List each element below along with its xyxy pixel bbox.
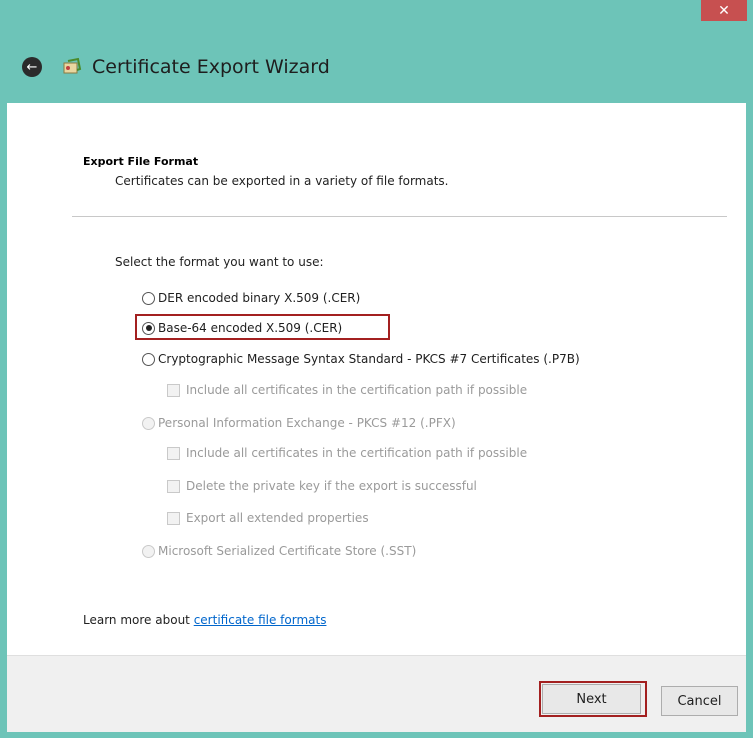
option-der[interactable]: DER encoded binary X.509 (.CER): [142, 291, 360, 305]
certificate-wizard-icon: [63, 57, 82, 74]
option-pfx: Personal Information Exchange - PKCS #12…: [142, 416, 456, 430]
option-base64[interactable]: Base-64 encoded X.509 (.CER): [142, 321, 342, 335]
option-pkcs7[interactable]: Cryptographic Message Syntax Standard - …: [142, 352, 580, 366]
radio-der[interactable]: [142, 291, 155, 305]
window-title: Certificate Export Wizard: [92, 56, 330, 78]
radio-sst: [142, 544, 155, 558]
radio-base64[interactable]: [142, 321, 155, 335]
option-export-extended-label: Export all extended properties: [186, 511, 369, 525]
format-prompt: Select the format you want to use:: [115, 255, 324, 269]
option-export-extended: Export all extended properties: [167, 511, 369, 525]
section-description: Certificates can be exported in a variet…: [115, 174, 449, 188]
option-pkcs7-include-path: Include all certificates in the certific…: [167, 383, 527, 397]
next-button[interactable]: Next: [542, 684, 641, 714]
learn-more: Learn more about certificate file format…: [83, 613, 326, 627]
option-pfx-label: Personal Information Exchange - PKCS #12…: [158, 416, 456, 430]
checkbox-pkcs7-include-path: [167, 383, 180, 397]
divider: [72, 216, 727, 217]
close-icon[interactable]: ✕: [701, 0, 747, 21]
option-pfx-include-path: Include all certificates in the certific…: [167, 446, 527, 460]
option-sst-label: Microsoft Serialized Certificate Store (…: [158, 544, 417, 558]
title-bar: ← Certificate Export Wizard: [22, 50, 330, 84]
certificate-formats-link[interactable]: certificate file formats: [194, 613, 327, 627]
option-pfx-include-path-label: Include all certificates in the certific…: [186, 446, 528, 460]
radio-pkcs7[interactable]: [142, 352, 155, 366]
radio-pfx: [142, 416, 155, 430]
option-delete-private-key: Delete the private key if the export is …: [167, 479, 477, 493]
option-delete-private-key-label: Delete the private key if the export is …: [186, 479, 477, 493]
cancel-button[interactable]: Cancel: [661, 686, 738, 716]
option-der-label: DER encoded binary X.509 (.CER): [158, 291, 361, 305]
checkbox-delete-private-key: [167, 479, 180, 493]
checkbox-export-extended: [167, 511, 180, 525]
option-pkcs7-include-path-label: Include all certificates in the certific…: [186, 383, 528, 397]
section-title: Export File Format: [83, 155, 199, 168]
learn-more-prefix: Learn more about: [83, 613, 194, 627]
button-bar: Next Cancel: [7, 655, 746, 732]
option-pkcs7-label: Cryptographic Message Syntax Standard - …: [158, 352, 580, 366]
content-panel: Export File Format Certificates can be e…: [7, 103, 746, 655]
wizard-window: ✕ ← Certificate Export Wizard Export Fil…: [0, 0, 753, 738]
option-sst: Microsoft Serialized Certificate Store (…: [142, 544, 416, 558]
back-arrow-icon[interactable]: ←: [22, 57, 42, 77]
option-base64-label: Base-64 encoded X.509 (.CER): [158, 321, 343, 335]
checkbox-pfx-include-path: [167, 446, 180, 460]
